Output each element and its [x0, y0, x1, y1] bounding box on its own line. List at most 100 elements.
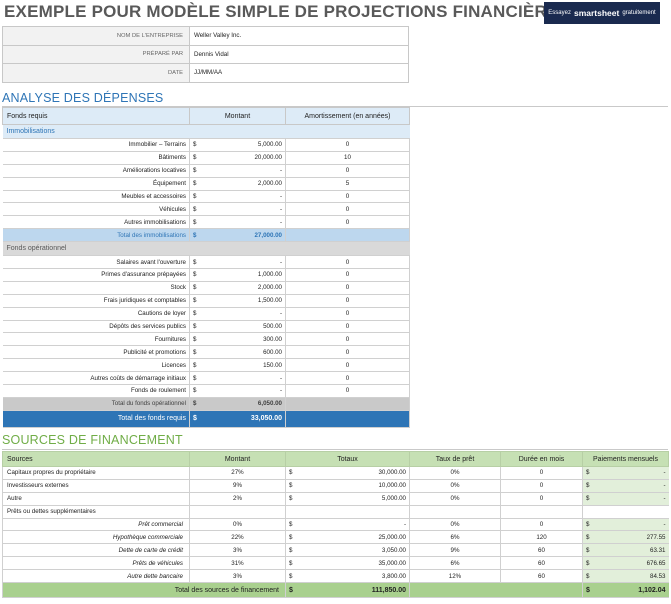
expense-years[interactable]: 0 — [285, 190, 410, 204]
funds-required-total-amount[interactable]: $33,050.00 — [189, 410, 286, 428]
source-months[interactable]: 0 — [500, 466, 583, 480]
expense-amount[interactable]: $500.00 — [189, 320, 286, 334]
source-percent[interactable]: 22% — [189, 530, 286, 545]
source-rate[interactable]: 6% — [409, 530, 501, 545]
expense-amount[interactable]: $ - — [189, 202, 286, 217]
source-rate[interactable]: 9% — [409, 543, 501, 558]
source-months[interactable]: 120 — [500, 530, 583, 545]
expense-amount[interactable]: $5,000.00 — [189, 138, 286, 152]
expense-amount[interactable]: $ - — [189, 255, 286, 270]
expense-amount[interactable]: $600.00 — [189, 345, 286, 360]
expense-years[interactable]: 0 — [285, 164, 410, 178]
expense-amount[interactable]: $ - — [189, 164, 286, 178]
expense-amount[interactable]: $2,000.00 — [189, 177, 286, 191]
source-percent[interactable]: 27% — [189, 466, 286, 480]
amount-value: 5,000.00 — [257, 141, 282, 149]
expense-years[interactable]: 0 — [285, 138, 410, 152]
financing-total-amount[interactable]: $111,850.00 — [285, 582, 410, 599]
amount-value: - — [279, 218, 282, 226]
expense-years[interactable]: 10 — [285, 151, 410, 165]
expense-amount[interactable]: $ - — [189, 384, 286, 398]
source-months[interactable]: 60 — [500, 543, 583, 558]
funds-required-total-label: Total des fonds requis — [2, 410, 190, 428]
expense-amount[interactable]: $150.00 — [189, 358, 286, 373]
expense-label: Meubles et accessoires — [2, 190, 190, 204]
source-months[interactable]: 60 — [500, 556, 583, 571]
expense-years[interactable]: 0 — [285, 371, 410, 386]
fixed-assets-total-amount[interactable]: $27,000.00 — [189, 228, 286, 243]
source-percent[interactable]: 2% — [189, 492, 286, 506]
expense-amount[interactable]: $1,500.00 — [189, 294, 286, 308]
expense-years[interactable]: 0 — [285, 215, 410, 230]
amount-value: 1,000.00 — [257, 271, 282, 279]
source-total[interactable]: $10,000.00 — [285, 479, 410, 493]
info-value[interactable]: JJ/MM/AA — [189, 63, 409, 83]
source-payment[interactable]: $ - — [582, 466, 669, 480]
source-payment[interactable]: $277.55 — [582, 530, 669, 545]
expense-row: Véhicules $ -0 — [2, 202, 410, 217]
info-value[interactable]: Weller Valley Inc. — [189, 26, 409, 46]
expense-years[interactable]: 0 — [285, 202, 410, 217]
source-percent[interactable]: 9% — [189, 479, 286, 493]
source-total[interactable]: $30,000.00 — [285, 466, 410, 480]
expense-years[interactable]: 0 — [285, 332, 410, 347]
source-rate[interactable]: 0% — [409, 479, 501, 493]
expense-years[interactable]: 0 — [285, 294, 410, 308]
source-total[interactable]: $35,000.00 — [285, 556, 410, 571]
source-payment[interactable]: $84.53 — [582, 569, 669, 584]
source-total[interactable]: $5,000.00 — [285, 492, 410, 506]
currency-symbol: $ — [289, 521, 293, 528]
financing-total-payment[interactable]: $1,102.04 — [582, 582, 669, 599]
source-months[interactable]: 60 — [500, 569, 583, 584]
amount-value: - — [663, 521, 666, 528]
expense-amount[interactable]: $1,000.00 — [189, 268, 286, 282]
expense-label: Fonds de roulement — [2, 384, 190, 398]
expense-years[interactable]: 5 — [285, 177, 410, 191]
expense-label: Améliorations locatives — [2, 164, 190, 178]
amount-value: - — [663, 482, 666, 490]
expense-years[interactable]: 0 — [285, 307, 410, 321]
source-payment[interactable]: $63.31 — [582, 543, 669, 558]
source-percent[interactable]: 3% — [189, 569, 286, 584]
amount-value: - — [279, 310, 282, 318]
source-total[interactable]: $3,050.00 — [285, 543, 410, 558]
source-total[interactable]: $ - — [285, 518, 410, 532]
source-rate[interactable]: 6% — [409, 556, 501, 571]
source-rate[interactable]: 0% — [409, 518, 501, 532]
source-rate[interactable]: 12% — [409, 569, 501, 584]
expense-years[interactable]: 0 — [285, 345, 410, 360]
source-percent[interactable]: 31% — [189, 556, 286, 571]
source-months[interactable]: 0 — [500, 479, 583, 493]
info-label: PRÉPARÉ PAR — [2, 44, 190, 64]
cta-post-text: gratuitement — [622, 10, 656, 16]
expense-years[interactable]: 0 — [285, 268, 410, 282]
operating-funds-total-amount[interactable]: $6,050.00 — [189, 397, 286, 411]
info-value[interactable]: Dennis Vidal — [189, 44, 409, 64]
source-percent[interactable]: 3% — [189, 543, 286, 558]
source-months[interactable]: 0 — [500, 518, 583, 532]
expense-years[interactable]: 0 — [285, 358, 410, 373]
currency-symbol: $ — [193, 361, 197, 369]
expense-amount[interactable]: $2,000.00 — [189, 281, 286, 295]
expense-amount[interactable]: $ - — [189, 371, 286, 386]
source-rate[interactable]: 0% — [409, 492, 501, 506]
expense-amount[interactable]: $ - — [189, 307, 286, 321]
source-total[interactable]: $25,000.00 — [285, 530, 410, 545]
source-rate[interactable]: 0% — [409, 466, 501, 480]
expense-years[interactable]: 0 — [285, 384, 410, 398]
smartsheet-cta-button[interactable]: Essayez smartsheet gratuitement — [544, 2, 660, 24]
expense-amount[interactable]: $300.00 — [189, 332, 286, 347]
expense-amount[interactable]: $20,000.00 — [189, 151, 286, 165]
expense-years[interactable]: 0 — [285, 281, 410, 295]
source-payment[interactable]: $ - — [582, 479, 669, 493]
source-payment[interactable]: $676.65 — [582, 556, 669, 571]
source-percent[interactable]: 0% — [189, 518, 286, 532]
source-payment[interactable]: $ - — [582, 518, 669, 532]
expense-years[interactable]: 0 — [285, 320, 410, 334]
expense-years[interactable]: 0 — [285, 255, 410, 270]
expense-amount[interactable]: $ - — [189, 215, 286, 230]
expense-amount[interactable]: $ - — [189, 190, 286, 204]
source-months[interactable]: 0 — [500, 492, 583, 506]
source-payment[interactable]: $ - — [582, 492, 669, 506]
source-total[interactable]: $3,800.00 — [285, 569, 410, 584]
